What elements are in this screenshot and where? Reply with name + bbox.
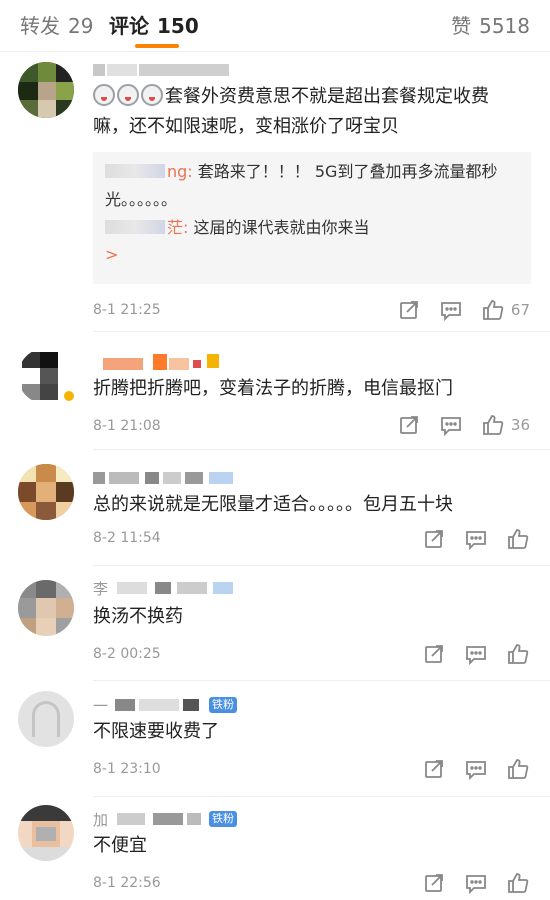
tab-like-count: 5518 (479, 14, 530, 38)
reply-item[interactable]: ng: 套路来了！！！ 5G到了叠加再多流量都秒光。。。。。。 (105, 158, 519, 214)
comment-text: 总的来说就是无限量才适合。。。。。包月五十块 (93, 494, 453, 515)
comment-actions (404, 871, 530, 895)
share-icon[interactable] (422, 871, 446, 895)
blurred-name (105, 164, 165, 178)
share-icon[interactable] (422, 527, 446, 551)
emoji-icon (141, 84, 163, 106)
username-text: 加 (93, 811, 109, 829)
comment-item: 总的来说就是无限量才适合。。。。。包月五十块 8-2 11:54 (0, 450, 550, 566)
tab-comment-count: 150 (157, 14, 199, 38)
tab-comment-label: 评论 (109, 14, 149, 38)
comment-actions: 36 (379, 413, 530, 437)
username[interactable] (93, 352, 233, 370)
like-icon[interactable] (506, 871, 530, 895)
comment-item: 加 铁粉 不便宜 8-1 22:56 (0, 797, 550, 900)
reply-username[interactable]: 茫: (167, 218, 188, 237)
username-text: 一 (93, 697, 109, 715)
share-icon[interactable] (397, 413, 421, 437)
avatar[interactable] (18, 580, 74, 636)
like-count: 67 (510, 301, 530, 319)
reply-icon[interactable] (439, 413, 463, 437)
username[interactable] (93, 60, 243, 78)
reply-icon[interactable] (464, 642, 488, 666)
avatar[interactable] (18, 691, 74, 747)
emoji-icon (93, 84, 115, 106)
comment-item: 套餐外资费意思不就是超出套餐规定收费嘛，还不如限速呢，变相涨价了呀宝贝 ng: … (0, 52, 550, 332)
comment-item: 李 换汤不换药 8-2 00:25 (0, 566, 550, 681)
verified-badge-icon (62, 389, 76, 403)
username[interactable]: 一 铁粉 (93, 695, 263, 715)
like-icon[interactable] (481, 298, 505, 322)
tab-repost-label: 转发 (20, 14, 60, 38)
comment-item: 一 铁粉 不限速要收费了 8-1 23:10 (0, 681, 550, 797)
comment-text: 折腾把折腾吧，变着法子的折腾，电信最抠门 (93, 378, 453, 399)
comment-text: 不限速要收费了 (93, 721, 219, 742)
reply-icon[interactable] (464, 757, 488, 781)
active-tab-indicator (135, 44, 179, 48)
comment-text: 套餐外资费意思不就是超出套餐规定收费嘛，还不如限速呢，变相涨价了呀宝贝 (93, 82, 522, 142)
comment-actions (404, 527, 530, 551)
comment-time: 8-1 21:25 (93, 302, 161, 318)
reply-username[interactable]: ng: (167, 162, 193, 181)
emoji-icon (117, 84, 139, 106)
tab-like[interactable]: 赞 5518 (451, 10, 530, 39)
more-replies-link[interactable]: > (105, 242, 519, 268)
username-text: 李 (93, 580, 109, 598)
like-icon[interactable] (506, 757, 530, 781)
reply-box[interactable]: ng: 套路来了！！！ 5G到了叠加再多流量都秒光。。。。。。 茫: 这届的课代… (93, 152, 531, 284)
share-icon[interactable] (422, 757, 446, 781)
reply-icon[interactable] (439, 298, 463, 322)
avatar[interactable] (18, 805, 74, 861)
username[interactable]: 李 (93, 578, 243, 598)
like-icon[interactable] (506, 642, 530, 666)
tab-like-label: 赞 (451, 14, 472, 38)
reply-icon[interactable] (464, 527, 488, 551)
comment-actions (404, 642, 530, 666)
blurred-name (105, 220, 165, 234)
avatar[interactable] (18, 62, 74, 118)
fan-badge: 铁粉 (209, 811, 237, 827)
like-icon[interactable] (506, 527, 530, 551)
username[interactable]: 加 铁粉 (93, 809, 263, 829)
comment-text: 不便宜 (93, 835, 147, 856)
comment-actions: 67 (379, 298, 530, 322)
like-count: 36 (510, 416, 530, 434)
comment-text: 换汤不换药 (93, 606, 183, 627)
tab-repost[interactable]: 转发 29 (20, 10, 93, 39)
avatar[interactable] (18, 464, 74, 520)
reply-text: 这届的课代表就由你来当 (188, 218, 370, 237)
reply-icon[interactable] (464, 871, 488, 895)
reply-item[interactable]: 茫: 这届的课代表就由你来当 (105, 214, 519, 242)
comment-time: 8-2 00:25 (93, 646, 161, 662)
username[interactable] (93, 468, 243, 486)
share-icon[interactable] (422, 642, 446, 666)
comment-time: 8-1 22:56 (93, 875, 161, 891)
share-icon[interactable] (397, 298, 421, 322)
tab-repost-count: 29 (68, 14, 94, 38)
comment-time: 8-1 23:10 (93, 761, 161, 777)
fan-badge: 铁粉 (209, 697, 237, 713)
like-icon[interactable] (481, 413, 505, 437)
comment-actions (404, 757, 530, 781)
comment-item: 折腾把折腾吧，变着法子的折腾，电信最抠门 8-1 21:08 36 (0, 332, 550, 450)
comment-tabs: 转发 29 评论 150 赞 5518 (0, 0, 550, 52)
comment-time: 8-2 11:54 (93, 530, 161, 546)
comment-time: 8-1 21:08 (93, 418, 161, 434)
tab-comment[interactable]: 评论 150 (109, 10, 199, 39)
more-replies-label: > (105, 245, 119, 264)
